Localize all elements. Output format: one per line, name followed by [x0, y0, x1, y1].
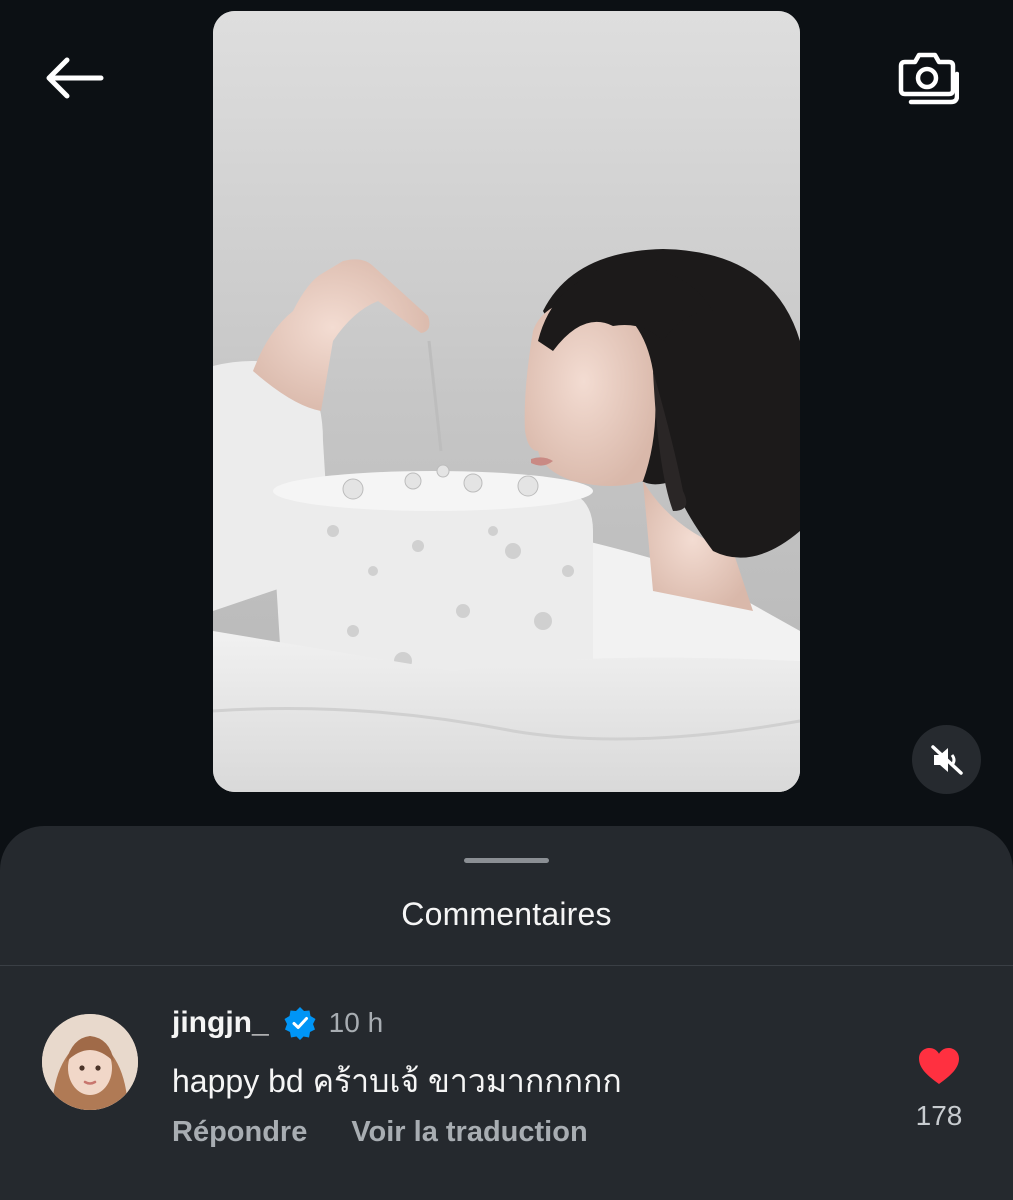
comment-item: jingjn_ 10 h happy bd คร้าบเจ้ ขาวมากกกก…	[0, 966, 1013, 1200]
avatar-photo	[42, 1014, 138, 1110]
heart-icon[interactable]	[917, 1046, 961, 1086]
comment-time: 10 h	[328, 1007, 384, 1038]
comment-actions: Répondre Voir la traduction	[172, 1116, 588, 1149]
back-button[interactable]	[38, 46, 110, 110]
drag-handle[interactable]	[464, 858, 549, 863]
reply-button[interactable]: Répondre	[172, 1116, 307, 1149]
comment-username[interactable]: jingjn_	[172, 1006, 269, 1040]
verified-badge-icon	[283, 1006, 317, 1040]
comment-text: happy bd คร้าบเจ้ ขาวมากกกกก	[172, 1063, 622, 1099]
camera-icon	[898, 52, 959, 105]
sheet-title: Commentaires	[401, 896, 612, 932]
story-reply-screen: Commentaires jingjn_ 10 h happy bd คร้าบ…	[0, 0, 1013, 1200]
speaker-muted-icon	[930, 744, 963, 775]
avatar[interactable]	[42, 1014, 138, 1110]
arrow-left-icon	[46, 57, 104, 99]
story-media[interactable]	[213, 11, 800, 792]
translate-button[interactable]: Voir la traduction	[351, 1116, 587, 1149]
story-photo	[213, 11, 800, 792]
comment-header: jingjn_ 10 h	[172, 1006, 383, 1040]
like-count: 178	[915, 1100, 963, 1131]
comments-sheet: Commentaires jingjn_ 10 h happy bd คร้าบ…	[0, 826, 1013, 1200]
camera-button[interactable]	[890, 42, 966, 112]
mute-button[interactable]	[912, 725, 981, 794]
like-control: 178	[900, 1046, 978, 1132]
